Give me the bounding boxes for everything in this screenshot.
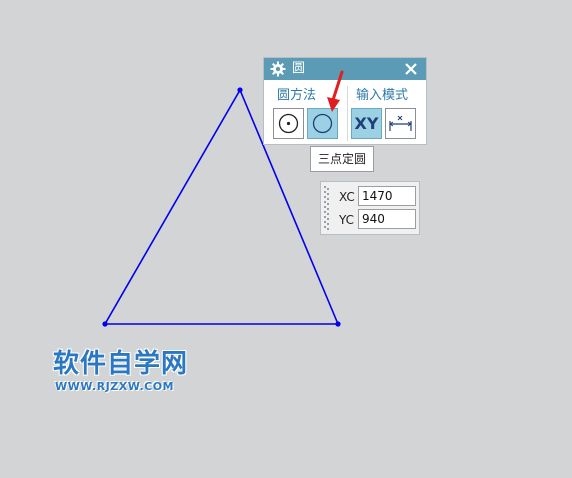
dialog-title: 圆 [292,61,306,76]
xy-input-mode-button[interactable]: XY [351,108,382,139]
red-arrow-icon [327,70,344,112]
close-icon[interactable] [404,62,418,76]
circle-center-icon [278,113,299,134]
three-point-tooltip: 三点定圆 [310,146,375,172]
yc-label: YC [339,213,355,227]
xy-label: XY [354,114,379,133]
triangle-vertex-right[interactable] [335,321,341,327]
xc-label: XC [339,190,355,204]
xc-input[interactable]: 1470 [358,186,416,206]
triangle-edge-left[interactable] [104,89,241,325]
dimension-input-mode-button[interactable] [385,108,416,139]
coordinate-panel: XC 1470 YC 940 [320,181,420,235]
dimension-icon [389,115,412,131]
watermark-title: 软件自学网 [53,349,189,379]
watermark-url: WWW.RJZXW.COM [55,380,174,393]
center-circle-button[interactable] [273,108,304,139]
triangle-vertex-top[interactable] [237,87,243,93]
triangle-vertex-left[interactable] [102,321,108,327]
drag-grip-icon[interactable] [324,186,330,230]
gear-icon [270,61,286,77]
group-divider [347,86,348,141]
yc-input[interactable]: 940 [358,209,416,229]
input-mode-label: 输入模式 [356,88,409,103]
circle-method-label: 圆方法 [277,88,317,103]
